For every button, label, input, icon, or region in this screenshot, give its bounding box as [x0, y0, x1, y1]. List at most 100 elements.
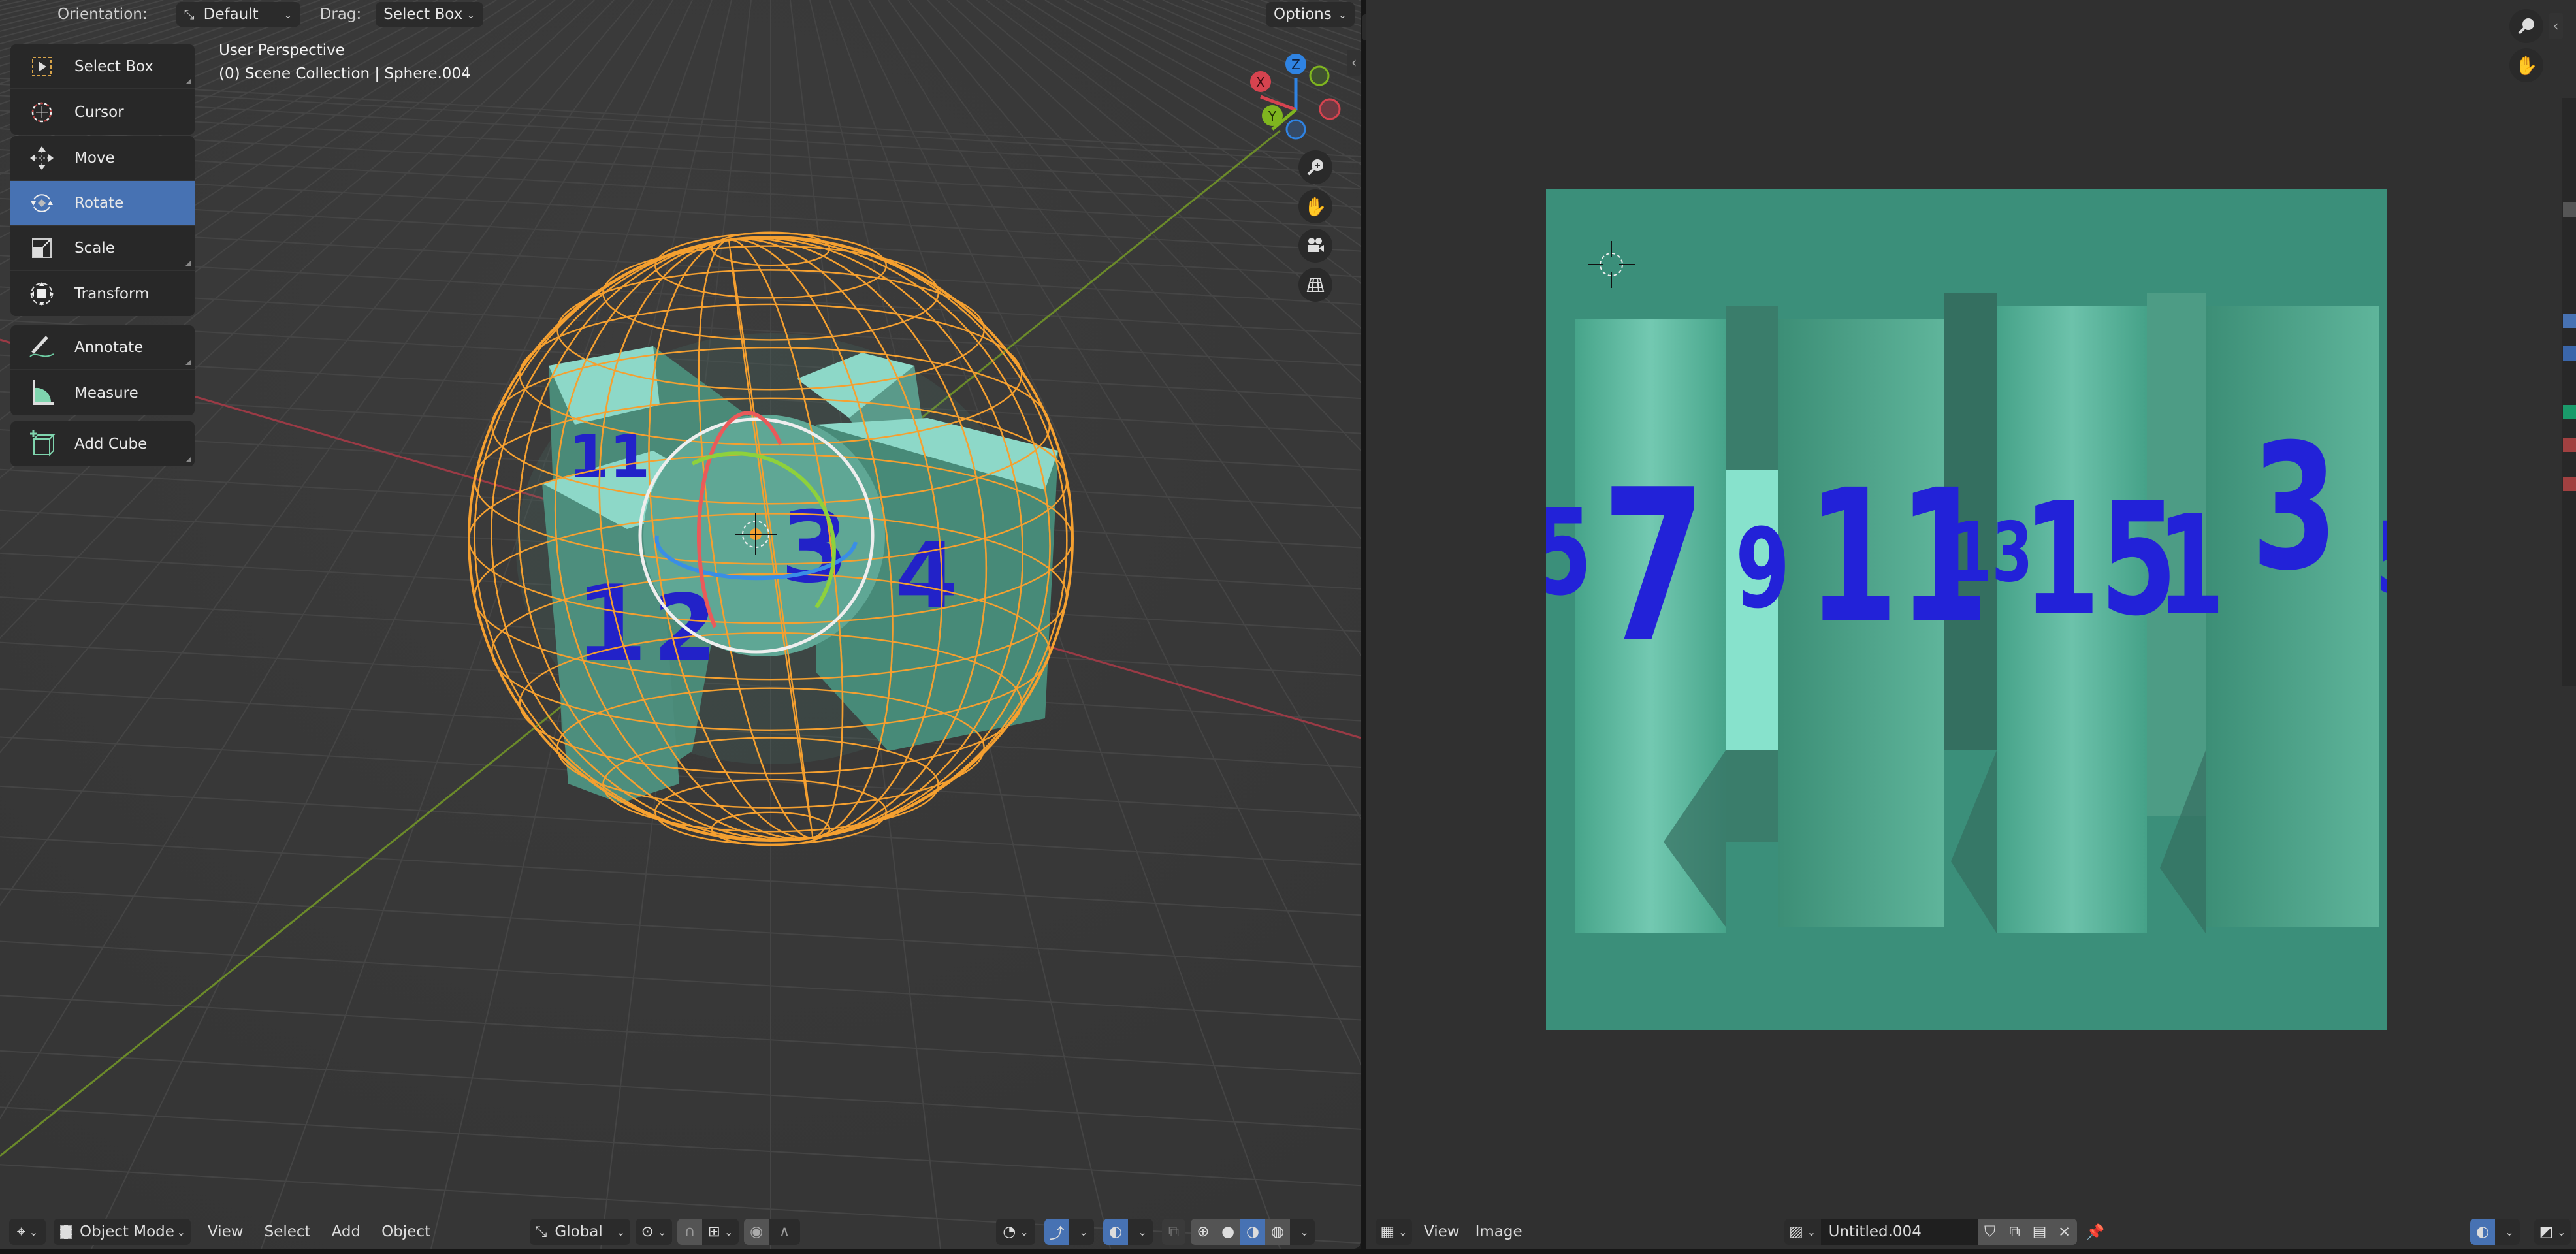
shading-wireframe[interactable]: ⊕ — [1191, 1219, 1216, 1245]
mode-dropdown[interactable]: Object Mode ⌄ — [54, 1219, 191, 1245]
texture-number-5: 5 — [2375, 500, 2387, 618]
image-canvas[interactable]: 579111315135 — [1546, 189, 2387, 1030]
sidebar-tab[interactable] — [2563, 202, 2576, 217]
menu-view[interactable]: View — [208, 1223, 244, 1240]
selectability-dropdown[interactable]: ◔ ⌄ — [996, 1219, 1036, 1245]
image-sidebar-toggle[interactable]: ‹ — [2549, 13, 2563, 39]
shading-material[interactable]: ◑ — [1240, 1219, 1266, 1245]
transform-orientation-dropdown[interactable]: ⤡ Global ⌄ — [530, 1219, 631, 1245]
gizmo-z-axis[interactable]: Z — [1285, 54, 1306, 74]
chevron-down-icon: ⌄ — [283, 8, 293, 21]
sidebar-tab[interactable] — [2563, 405, 2576, 419]
chevron-down-icon: ⌄ — [1079, 1225, 1088, 1238]
3d-viewport[interactable]: 11 1 2 3 4 Orientation: ⤡ Default ⌄ Drag… — [0, 0, 1361, 1249]
image-zoom-button[interactable] — [2509, 9, 2543, 43]
pan-hand-icon: ✋ — [1304, 195, 1327, 217]
overlay-icon: ◐ — [2475, 1223, 2490, 1240]
image-editor[interactable]: 579111315135 ✋ ‹ ▦⌄ View Image — [1366, 0, 2576, 1249]
submenu-indicator — [185, 360, 191, 365]
area-divider[interactable] — [1361, 0, 1366, 1254]
falloff-dropdown[interactable]: ∧ — [769, 1219, 801, 1245]
shading-rendered[interactable]: ◍ — [1265, 1219, 1291, 1245]
overlay-toggle[interactable]: ◐ — [2470, 1219, 2495, 1245]
tool-cursor[interactable]: Cursor — [10, 89, 195, 135]
editor-type-button[interactable]: ⌖ ⌄ — [9, 1219, 46, 1245]
view-name-text: User Perspective — [219, 42, 345, 59]
tool-annotate[interactable]: Annotate — [10, 325, 195, 370]
gizmo-neg-y[interactable] — [1309, 65, 1330, 86]
tool-add-cube[interactable]: Add Cube — [10, 421, 195, 466]
fake-user-button[interactable]: ⛉ — [1977, 1219, 2003, 1245]
gizmo-toggle[interactable]: ⤴ — [1044, 1219, 1070, 1245]
menu-add[interactable]: Add — [332, 1223, 361, 1240]
transform-icon — [24, 276, 60, 312]
menu-image[interactable]: Image — [1475, 1223, 1522, 1240]
snap-toggle[interactable]: ∩ — [677, 1219, 703, 1245]
new-image-button[interactable]: ⧉ — [2002, 1219, 2027, 1245]
blender-window: 11 1 2 3 4 Orientation: ⤡ Default ⌄ Drag… — [0, 0, 2576, 1254]
pin-icon[interactable]: 📌 — [2086, 1223, 2105, 1241]
viewport-header-bar: ⌖ ⌄ Object Mode ⌄ View Select Add Object … — [9, 1215, 1355, 1249]
menu-view[interactable]: View — [1424, 1223, 1460, 1240]
tool-rotate[interactable]: Rotate — [10, 181, 195, 226]
tool-label: Add Cube — [74, 435, 148, 453]
gizmo-neg-x[interactable] — [1319, 98, 1341, 120]
mesh-label-3: 3 — [781, 491, 848, 605]
options-dropdown[interactable]: Options ⌄ — [1266, 2, 1355, 27]
tool-move[interactable]: Move — [10, 136, 195, 181]
orientation-label: Orientation: — [57, 6, 148, 23]
2d-cursor[interactable] — [1585, 238, 1637, 291]
viewport-tool-header: Orientation: ⤡ Default ⌄ Drag: Select Bo… — [0, 0, 483, 29]
tool-group: Select Box Cursor — [10, 44, 195, 135]
gizmo-y-axis[interactable]: Y — [1262, 105, 1283, 126]
sidebar-tab[interactable] — [2563, 314, 2576, 328]
tool-scale[interactable]: Scale — [10, 226, 195, 271]
options-label: Options — [1274, 6, 1332, 23]
proportional-edit-toggle[interactable]: ◉ — [744, 1219, 769, 1245]
xray-toggle[interactable]: ⧉ — [1162, 1219, 1186, 1245]
shading-solid[interactable]: ● — [1216, 1219, 1241, 1245]
gizmo-x-axis[interactable]: X — [1250, 71, 1271, 92]
menu-select[interactable]: Select — [265, 1223, 311, 1240]
tool-select-box[interactable]: Select Box — [10, 44, 195, 89]
shading-dropdown[interactable]: ⌄ — [1290, 1219, 1315, 1245]
pivot-icon: ⊙ — [641, 1223, 654, 1240]
scale-icon — [24, 230, 60, 266]
texture-image: 579111315135 — [1546, 189, 2387, 1030]
texture-number-13: 13 — [1951, 504, 2033, 600]
editor-type-button[interactable]: ▦ ⌄ — [1376, 1219, 1412, 1245]
navigation-gizmo[interactable]: Z X Y — [1241, 46, 1352, 144]
image-pan-button[interactable]: ✋ — [2509, 48, 2543, 82]
falloff-curve-icon: ∧ — [779, 1223, 790, 1240]
menu-object[interactable]: Object — [381, 1223, 430, 1240]
overlay-dropdown[interactable]: ⌄ — [2495, 1219, 2520, 1245]
open-image-button[interactable]: ▤ — [2027, 1219, 2052, 1245]
snap-target-dropdown[interactable]: ⊞ ⌄ — [702, 1219, 739, 1245]
ortho-toggle-button[interactable] — [1298, 268, 1332, 302]
tool-measure[interactable]: Measure — [10, 370, 195, 415]
sidebar-tab[interactable] — [2563, 477, 2576, 491]
pivot-point-dropdown[interactable]: ⊙ ⌄ — [636, 1219, 673, 1245]
rendered-sphere-icon: ◍ — [1270, 1223, 1285, 1240]
drag-dropdown[interactable]: Select Box ⌄ — [376, 2, 483, 27]
browse-image-button[interactable]: ▨ ⌄ — [1784, 1219, 1821, 1245]
pan-view-button[interactable]: ✋ — [1298, 189, 1332, 223]
channels-icon: ◩ — [2539, 1223, 2554, 1240]
zoom-view-button[interactable] — [1298, 150, 1332, 184]
display-channels-dropdown[interactable]: ◩ ⌄ — [2534, 1219, 2571, 1245]
zoom-icon — [2518, 18, 2534, 35]
tool-label: Rotate — [74, 194, 124, 212]
unlink-image-button[interactable]: × — [2052, 1219, 2077, 1245]
sidebar-tab[interactable] — [2563, 438, 2576, 452]
overlay-dropdown[interactable]: ⌄ — [1128, 1219, 1153, 1245]
image-editor-icon: ▦ — [1380, 1223, 1395, 1240]
overlay-toggle[interactable]: ◐ — [1103, 1219, 1129, 1245]
sidebar-tab[interactable] — [2563, 346, 2576, 361]
image-name-field[interactable]: Untitled.004 — [1820, 1219, 1978, 1245]
overlay-icon: ◐ — [1108, 1223, 1123, 1240]
gizmo-dropdown[interactable]: ⌄ — [1069, 1219, 1095, 1245]
orientation-dropdown[interactable]: ⤡ Default ⌄ — [176, 2, 300, 27]
camera-view-button[interactable] — [1298, 229, 1332, 263]
gizmo-neg-z[interactable] — [1285, 119, 1306, 140]
tool-transform[interactable]: Transform — [10, 271, 195, 316]
